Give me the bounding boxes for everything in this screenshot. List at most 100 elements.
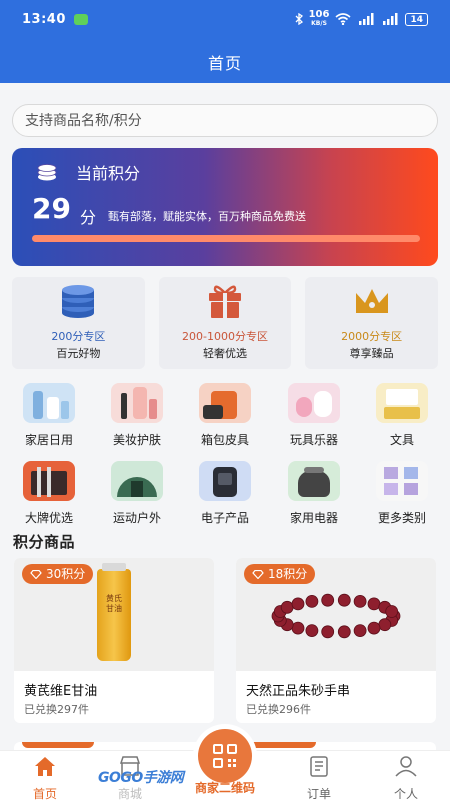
category-label: 美妆护肤 xyxy=(112,433,161,447)
speed-value: 106 xyxy=(308,9,330,20)
home-icon xyxy=(35,757,55,776)
coins-icon xyxy=(37,164,57,181)
category-appliances[interactable]: 家用电器 xyxy=(279,461,349,526)
category-label: 玩具乐器 xyxy=(289,433,338,447)
product-card[interactable]: 黄氏甘油 30积分 黄芪维E甘油 已兑换297件 xyxy=(14,558,214,723)
diamond-icon xyxy=(30,569,42,579)
category-brands[interactable]: 大牌优选 xyxy=(14,461,84,526)
outdoor-image xyxy=(111,461,163,501)
points-tag-label: 30积分 xyxy=(46,567,86,581)
app-header: 13:40 106 KB/S 14 首页 xyxy=(0,0,450,83)
bluetooth-icon xyxy=(295,13,303,25)
network-speed: 106 KB/S xyxy=(309,10,330,28)
zone-name: 尊享臻品 xyxy=(349,347,394,360)
product-sold: 已兑换297件 xyxy=(24,703,89,716)
section-title: 积分商品 xyxy=(13,533,76,551)
category-more[interactable]: 更多类别 xyxy=(367,461,437,526)
zone-name: 百元好物 xyxy=(56,347,101,360)
category-label: 运动户外 xyxy=(112,511,161,525)
bottle-label: 黄氏甘油 xyxy=(106,594,122,613)
bead xyxy=(353,595,367,608)
bead xyxy=(378,618,392,632)
bead xyxy=(280,600,294,614)
wifi-icon xyxy=(335,13,351,25)
zone-200[interactable]: 200分专区 百元好物 xyxy=(12,277,145,369)
tab-home[interactable]: 首页 xyxy=(0,751,90,800)
wechat-icon xyxy=(73,13,88,25)
product-card[interactable]: 18积分 天然正品朱砂手串 已兑换296件 xyxy=(236,558,436,723)
points-tag: 18积分 xyxy=(244,564,316,584)
electronics-image xyxy=(199,461,251,501)
category-label: 更多类别 xyxy=(377,511,426,525)
bead xyxy=(367,597,381,611)
bead xyxy=(337,625,351,639)
brands-image xyxy=(23,461,75,501)
zone-range: 200-1000分专区 xyxy=(182,330,268,343)
product-name: 黄芪维E甘油 xyxy=(24,684,98,699)
status-icons: 106 KB/S 14 xyxy=(295,10,428,28)
signal-icon xyxy=(359,13,374,25)
search-bar[interactable] xyxy=(12,104,438,137)
toys-image xyxy=(288,383,340,423)
status-time: 13:40 xyxy=(22,11,66,27)
points-tag-label: 18积分 xyxy=(268,567,308,581)
merchant-qr-label[interactable]: 商家二维码 xyxy=(180,779,270,796)
category-luggage[interactable]: 箱包皮具 xyxy=(190,383,260,448)
tab-label: 商城 xyxy=(117,787,142,800)
bead xyxy=(291,597,305,611)
beauty-image xyxy=(111,383,163,423)
category-label: 箱包皮具 xyxy=(200,433,249,447)
coins-icon xyxy=(62,285,95,318)
category-label: 文具 xyxy=(389,433,414,447)
diamond-icon xyxy=(252,569,264,579)
category-label: 家居日用 xyxy=(24,433,73,447)
tab-orders[interactable]: 订单 xyxy=(274,751,364,800)
battery-icon: 14 xyxy=(405,12,428,26)
points-slogan: 甄有部落，赋能实体，百万种商品免费送 xyxy=(108,210,306,223)
zone-200-1000[interactable]: 200-1000分专区 轻奢优选 xyxy=(158,277,292,369)
tab-profile[interactable]: 个人 xyxy=(361,751,450,800)
tab-label: 订单 xyxy=(306,787,331,800)
home-goods-image xyxy=(23,383,75,423)
bead xyxy=(385,605,399,618)
zone-range: 2000分专区 xyxy=(341,330,403,343)
category-label: 家用电器 xyxy=(289,511,338,525)
page-title: 首页 xyxy=(207,54,242,73)
tab-label: 个人 xyxy=(393,787,418,800)
points-tag: 30积分 xyxy=(22,564,94,584)
points-card[interactable]: 当前积分 29 分 甄有部落，赋能实体，百万种商品免费送 xyxy=(12,148,438,266)
category-label: 大牌优选 xyxy=(24,511,73,525)
zone-2000[interactable]: 2000分专区 尊享臻品 xyxy=(305,277,439,369)
product-sold: 已兑换296件 xyxy=(246,703,311,716)
bead xyxy=(321,593,335,607)
category-electronics[interactable]: 电子产品 xyxy=(190,461,260,526)
bead xyxy=(305,624,319,637)
product-name: 天然正品朱砂手串 xyxy=(246,684,351,699)
bead xyxy=(337,593,351,607)
points-label: 当前积分 xyxy=(76,164,141,183)
user-icon xyxy=(395,756,417,777)
merchant-qr-button[interactable] xyxy=(198,729,252,783)
stationery-image xyxy=(376,383,428,423)
category-home[interactable]: 家居日用 xyxy=(14,383,84,448)
bead xyxy=(321,625,335,639)
more-categories-image xyxy=(376,461,428,501)
appliances-image xyxy=(288,461,340,501)
status-bar: 13:40 106 KB/S 14 xyxy=(0,0,450,38)
speed-unit: KB/S xyxy=(311,20,327,27)
gift-icon xyxy=(209,285,241,318)
tab-label: 首页 xyxy=(32,787,57,800)
bead xyxy=(367,621,381,635)
qr-code-icon xyxy=(213,744,237,768)
category-toys[interactable]: 玩具乐器 xyxy=(279,383,349,448)
bead xyxy=(305,595,319,608)
watermark: GOGO手游网 xyxy=(98,770,184,786)
crown-icon xyxy=(355,289,388,313)
category-outdoor[interactable]: 运动户外 xyxy=(102,461,172,526)
luggage-image xyxy=(199,383,251,423)
search-input[interactable] xyxy=(25,112,425,129)
category-stationery[interactable]: 文具 xyxy=(367,383,437,448)
bead xyxy=(291,621,305,635)
points-value: 29 xyxy=(32,192,71,225)
category-beauty[interactable]: 美妆护肤 xyxy=(102,383,172,448)
